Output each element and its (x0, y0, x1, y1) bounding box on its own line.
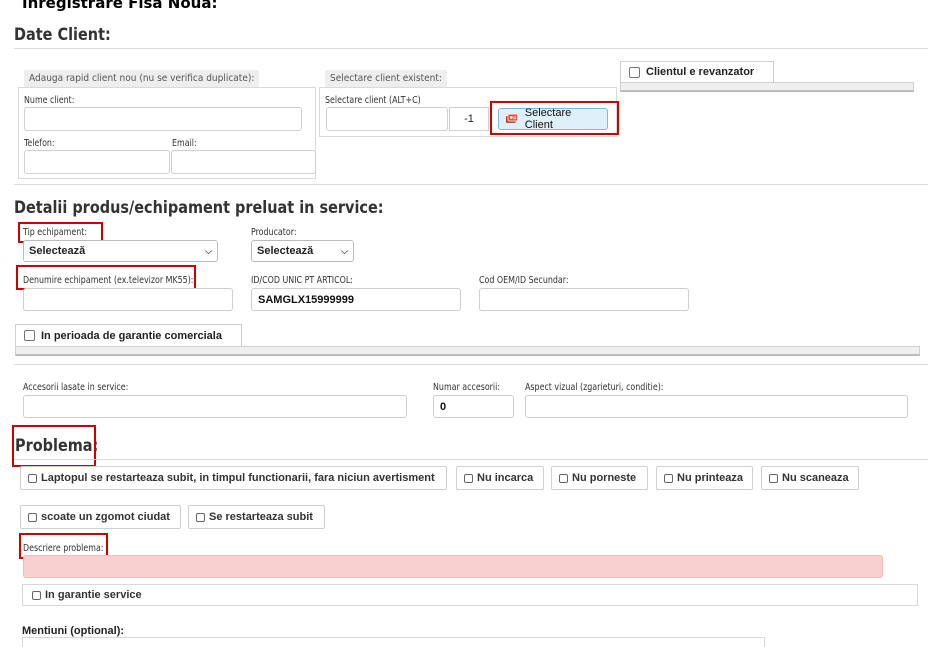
aspect-input[interactable] (525, 395, 908, 418)
unique-id-label: ID/COD UNIC PT ARTICOL: (251, 275, 353, 286)
accessories-input[interactable] (23, 395, 407, 418)
client-name-label: Nume client: (24, 95, 75, 106)
accessories-count-label: Numar accesorii: (433, 382, 500, 393)
equipment-type-value: Selectează (29, 245, 86, 257)
problem-chip-checkbox[interactable] (464, 473, 473, 483)
page-title: Inregistrare Fisa Noua: (22, 0, 218, 12)
problem-chip-sudden-restart[interactable]: Se restarteaza subit (188, 505, 325, 529)
oem-id-input[interactable] (479, 288, 689, 311)
problem-chip-label: Se restarteaza subit (209, 511, 313, 523)
problem-chip-strange-noise[interactable]: scoate un zgomot ciudat (20, 505, 181, 529)
problem-chip-no-power-on[interactable]: Nu porneste (551, 466, 648, 490)
reseller-checkbox[interactable] (629, 66, 640, 78)
service-warranty-row[interactable]: In garantie service (22, 584, 918, 606)
section-title-client: Date Client: (14, 25, 111, 45)
problem-chip-label: scoate un zgomot ciudat (41, 511, 170, 523)
chevron-down-icon: ⌵ (205, 245, 212, 256)
client-id-field[interactable]: -1 (449, 107, 489, 131)
client-name-input[interactable] (24, 107, 302, 131)
problem-chip-not-charging[interactable]: Nu incarca (456, 466, 544, 490)
reseller-checkbox-tab[interactable]: Clientul e revanzator (620, 61, 774, 82)
warranty-label: In perioada de garantie comerciala (41, 329, 222, 342)
accessories-label: Accesorii lasate in service: (23, 382, 129, 393)
equipment-type-select[interactable]: Selectează ⌵ (23, 240, 218, 262)
problem-chip-checkbox[interactable] (769, 473, 778, 483)
problem-chip-label: Nu printeaza (677, 472, 744, 484)
producer-value: Selectează (257, 245, 314, 257)
problem-chip-checkbox[interactable] (196, 512, 205, 522)
equipment-name-input[interactable] (23, 288, 233, 311)
problem-chip-checkbox[interactable] (559, 473, 568, 483)
phone-input[interactable] (24, 150, 170, 174)
divider (14, 364, 928, 365)
divider (14, 48, 928, 49)
section-title-product: Detalii produs/echipament preluat in ser… (14, 198, 384, 218)
warranty-checkbox[interactable] (24, 330, 35, 341)
problem-chip-label: Nu incarca (477, 472, 534, 484)
email-input[interactable] (171, 150, 316, 174)
problem-chip-not-printing[interactable]: Nu printeaza (656, 466, 753, 490)
reseller-label: Clientul e revanzator (646, 66, 755, 78)
problem-chip-label: Nu porneste (572, 472, 637, 484)
problem-chip-label: Laptopul se restarteaza subit, in timpul… (41, 472, 435, 484)
select-client-button-label: Selectare Client (524, 107, 572, 131)
divider (14, 184, 928, 185)
problem-chip-checkbox[interactable] (28, 512, 37, 522)
accessories-count-input[interactable]: 0 (433, 395, 514, 418)
select-client-input[interactable] (326, 107, 448, 131)
warranty-checkbox-tab[interactable]: In perioada de garantie comerciala (15, 324, 242, 346)
producer-select[interactable]: Selectează ⌵ (251, 240, 354, 262)
unique-id-input[interactable]: SAMGLX15999999 (251, 288, 461, 311)
highlight-box (16, 265, 196, 290)
existing-client-legend: Selectare client existent: (325, 70, 447, 87)
reseller-bar (620, 82, 914, 92)
mentions-textarea[interactable] (22, 637, 765, 647)
service-warranty-label: In garantie service (45, 589, 142, 601)
problem-description-input[interactable] (23, 555, 883, 578)
divider (14, 459, 928, 460)
warranty-bar (15, 346, 920, 356)
chevron-down-icon: ⌵ (341, 245, 348, 256)
aspect-label: Aspect vizual (zgarieturi, conditie): (525, 382, 664, 393)
problem-chip-restart-laptop[interactable]: Laptopul se restarteaza subit, in timpul… (20, 466, 447, 490)
oem-id-label: Cod OEM/ID Secundar: (479, 275, 569, 286)
phone-label: Telefon: (24, 138, 55, 149)
problem-chip-checkbox[interactable] (664, 473, 673, 483)
highlight-box (12, 425, 96, 467)
select-client-label: Selectare client (ALT+C) (325, 95, 421, 106)
select-client-button[interactable]: Selectare Client (498, 107, 608, 131)
producer-label: Producator: (251, 227, 297, 238)
email-label: Email: (172, 138, 197, 149)
problem-chip-label: Nu scaneaza (782, 472, 849, 484)
service-warranty-checkbox[interactable] (32, 590, 41, 600)
client-card-icon (505, 113, 519, 123)
problem-chip-not-scanning[interactable]: Nu scaneaza (761, 466, 859, 490)
mentions-label: Mentiuni (optional): (22, 625, 125, 637)
problem-chip-checkbox[interactable] (28, 473, 37, 483)
quick-add-legend: Adauga rapid client nou (nu se verifica … (24, 70, 260, 87)
